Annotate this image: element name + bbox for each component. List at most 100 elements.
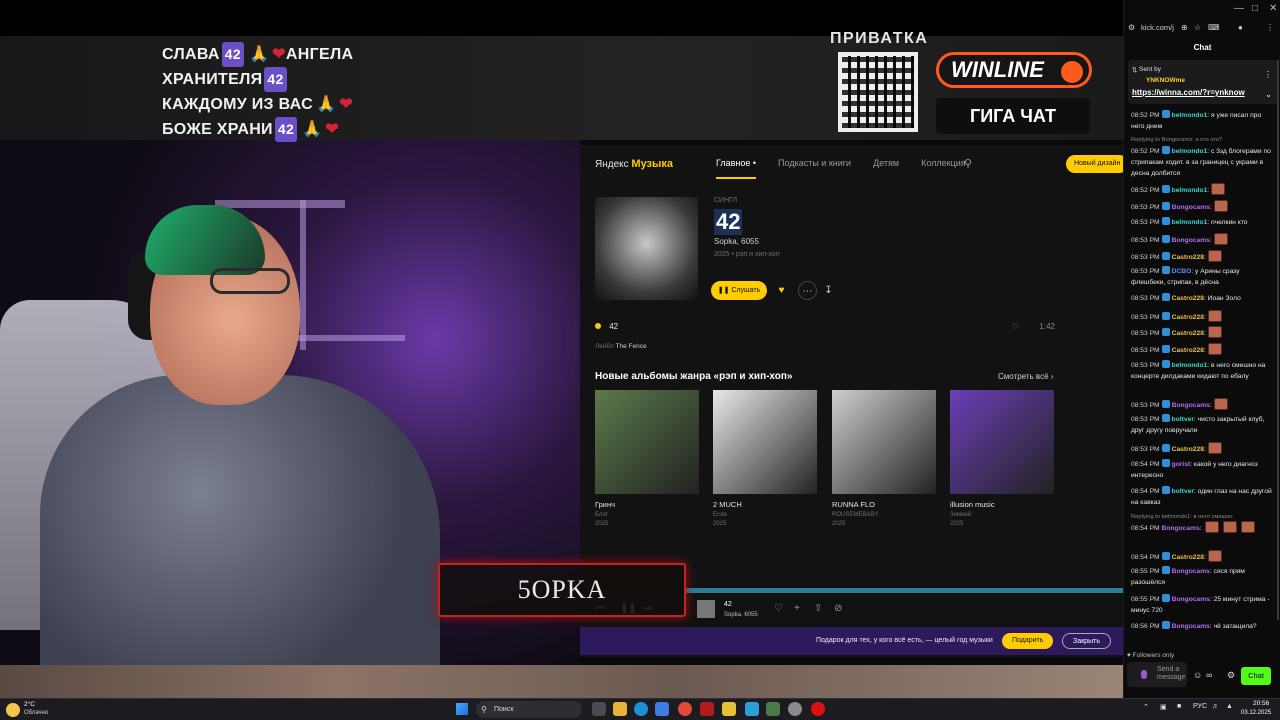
bookmark-icon[interactable]: ☆ — [1194, 23, 1201, 32]
menu-icon[interactable]: ⋮ — [1266, 23, 1274, 32]
album-name[interactable]: 2 MUCH — [713, 500, 817, 509]
send-chat-button[interactable]: Chat — [1241, 667, 1271, 685]
nav-collection[interactable]: Коллекция — [921, 158, 966, 179]
album-cover[interactable] — [595, 390, 699, 494]
tray-app-icon[interactable]: ■ — [1177, 703, 1181, 710]
chat-message[interactable]: 08:52 PM belmondo1: — [1131, 183, 1273, 196]
chat-message[interactable]: 08:53 PM Castro228: — [1131, 250, 1273, 263]
release-artist[interactable]: Sopka, 6055 — [714, 237, 759, 246]
album-name[interactable]: Гринч — [595, 500, 699, 509]
tray-app-icon[interactable]: ▣ — [1160, 703, 1167, 711]
album-cover[interactable] — [832, 390, 936, 494]
listen-button[interactable]: ❚❚ Слушать — [711, 281, 767, 300]
chat-message[interactable]: 08:53 PM Castro228: — [1131, 343, 1273, 356]
more-icon[interactable]: ⋯ — [798, 281, 817, 300]
nav-kids[interactable]: Детям — [873, 158, 899, 179]
message-user[interactable]: Bongocams — [1172, 402, 1210, 409]
chat-message[interactable]: 08:53 PM Castro228: — [1131, 326, 1273, 339]
album-card[interactable]: illusion music Зимний 2025 — [950, 390, 1054, 527]
message-user[interactable]: belmondo1 — [1172, 187, 1208, 194]
yandex-icon[interactable] — [678, 702, 692, 716]
album-cover[interactable] — [713, 390, 817, 494]
taskbar-search[interactable]: ⚲ Поиск — [476, 701, 582, 718]
message-user[interactable]: DCBO — [1172, 268, 1192, 275]
chat-message[interactable]: 08:53 PM belmondo1: пчелкин кто — [1131, 217, 1273, 228]
album-card[interactable]: 2 MUCH Erste 2025 — [713, 390, 817, 527]
album-name[interactable]: RUNNA FLO — [832, 500, 936, 509]
player-add-icon[interactable]: + — [794, 603, 800, 614]
chat-message[interactable]: 08:53 PM Bongocams: — [1131, 200, 1273, 213]
close-icon[interactable]: ✕ — [1269, 3, 1277, 14]
explorer-icon[interactable] — [613, 702, 627, 716]
nav-main[interactable]: Главное • — [716, 158, 757, 179]
chat-message[interactable]: 08:53 PM belmondo1: в него смешно на конц… — [1131, 360, 1273, 382]
message-user[interactable]: Bongocams — [1161, 525, 1199, 532]
album-cover[interactable] — [950, 390, 1054, 494]
message-user[interactable]: Castro228 — [1172, 314, 1204, 321]
chat-message[interactable]: 08:52 PM belmondo1: я уже писал про него … — [1131, 110, 1273, 132]
telegram-icon[interactable] — [745, 702, 759, 716]
message-user[interactable]: belmondo1 — [1172, 112, 1208, 119]
profile-icon[interactable]: ● — [1238, 23, 1243, 32]
translate-icon[interactable]: ⌨ — [1208, 23, 1220, 32]
emoji-icon[interactable]: ☺ — [1193, 670, 1202, 680]
chat-message[interactable]: 08:56 PM Bongocams: чё затащила? — [1131, 621, 1273, 632]
message-user[interactable]: Bongocams — [1172, 623, 1210, 630]
album-card[interactable]: RUNNA FLO ROUSEMEBABY 2025 — [832, 390, 936, 527]
message-user[interactable]: Castro228 — [1172, 330, 1204, 337]
message-user[interactable]: Bongocams — [1172, 568, 1210, 575]
chat-message[interactable]: 08:54 PM Castro228: — [1131, 550, 1273, 563]
chrome-icon[interactable] — [788, 702, 802, 716]
app-icon[interactable] — [766, 702, 780, 716]
chat-message[interactable]: 08:55 PM Bongocams: сяся прям разошёлся — [1131, 566, 1273, 588]
message-user[interactable]: Castro228 — [1172, 554, 1204, 561]
music-app-logo[interactable]: Яндекс Музыка — [595, 158, 673, 170]
album-artist[interactable]: Зимний — [950, 512, 1054, 518]
album-name[interactable]: illusion music — [950, 500, 1054, 509]
chat-message[interactable]: 08:55 PM Bongocams: 25 минут стрима - мин… — [1131, 594, 1273, 616]
keyboard-language[interactable]: РУС — [1193, 703, 1207, 710]
chat-message[interactable]: 08:54 PM gorist: какой у него диагноз инт… — [1131, 459, 1273, 481]
message-user[interactable]: Bongocams — [1172, 596, 1210, 603]
chat-message[interactable]: 08:53 PM DCBO: у Арины сразу флешбеки, ст… — [1131, 266, 1273, 288]
player-like-icon[interactable]: ♡ — [774, 603, 783, 614]
chat-message[interactable]: 08:53 PM Bongocams: — [1131, 398, 1273, 411]
message-user[interactable]: boltver — [1172, 416, 1194, 423]
chat-message[interactable]: 08:53 PM Bongocams: — [1131, 233, 1273, 246]
rewards-icon[interactable]: ∞ — [1206, 670, 1212, 680]
pinned-more-icon[interactable]: ⋮ — [1264, 70, 1272, 79]
opera-icon[interactable] — [811, 702, 825, 716]
clock-time[interactable]: 20:56 — [1253, 700, 1269, 707]
label-name[interactable]: The Fence — [616, 343, 647, 350]
settings-icon[interactable]: ⚙ — [1227, 670, 1235, 681]
message-user[interactable]: belmondo1 — [1172, 219, 1208, 226]
track-like-icon[interactable]: ♡ — [1012, 322, 1019, 331]
task-view-icon[interactable] — [592, 702, 606, 716]
player-share-icon[interactable]: ⇧ — [814, 603, 822, 614]
address-bar[interactable]: ⚙ kick.com/j ⊕ ☆ ⌨ ● ⋮ — [1128, 22, 1278, 36]
album-artist[interactable]: Блог — [595, 512, 699, 518]
message-user[interactable]: Bongocams — [1172, 237, 1210, 244]
network-icon[interactable]: ▲ — [1226, 703, 1233, 710]
message-user[interactable]: Bongocams — [1172, 204, 1210, 211]
chat-message[interactable]: 08:53 PM Castro228: — [1131, 442, 1273, 455]
message-user[interactable]: Castro228 — [1172, 347, 1204, 354]
weather-icon[interactable] — [6, 703, 20, 717]
chat-message[interactable]: 08:54 PM boltver: один глаз на нас другой… — [1131, 486, 1273, 508]
message-user[interactable]: Castro228 — [1172, 254, 1204, 261]
chat-message[interactable]: 08:53 PM Castro228: Иоан Золо — [1131, 293, 1273, 304]
app-icon[interactable] — [722, 702, 736, 716]
chat-message[interactable]: 08:54 PM Bongocams: — [1131, 521, 1273, 534]
start-icon[interactable] — [456, 703, 468, 715]
chat-message[interactable]: 08:52 PM belmondo1: с 3зд блогерами по ст… — [1131, 146, 1273, 179]
stream-video[interactable]: СЛАВА 42 🙏 ❤АНГЕЛА ХРАНИТЕЛЯ 42 КАЖДОМУ ИЗ ВАС… — [0, 0, 1123, 698]
chat-input[interactable]: Send a message — [1127, 662, 1187, 687]
download-icon[interactable]: ↧ — [819, 281, 838, 300]
pinned-link[interactable]: https://winna.com/?r=ynknow — [1132, 88, 1245, 97]
app-icon[interactable] — [700, 702, 714, 716]
message-user[interactable]: belmondo1 — [1172, 362, 1208, 369]
nav-podcasts[interactable]: Подкасты и книги — [778, 158, 851, 179]
minimize-icon[interactable]: — — [1234, 3, 1244, 14]
chat-scrollbar[interactable] — [1277, 60, 1279, 620]
new-design-button[interactable]: Новый дизайн — [1066, 155, 1123, 173]
